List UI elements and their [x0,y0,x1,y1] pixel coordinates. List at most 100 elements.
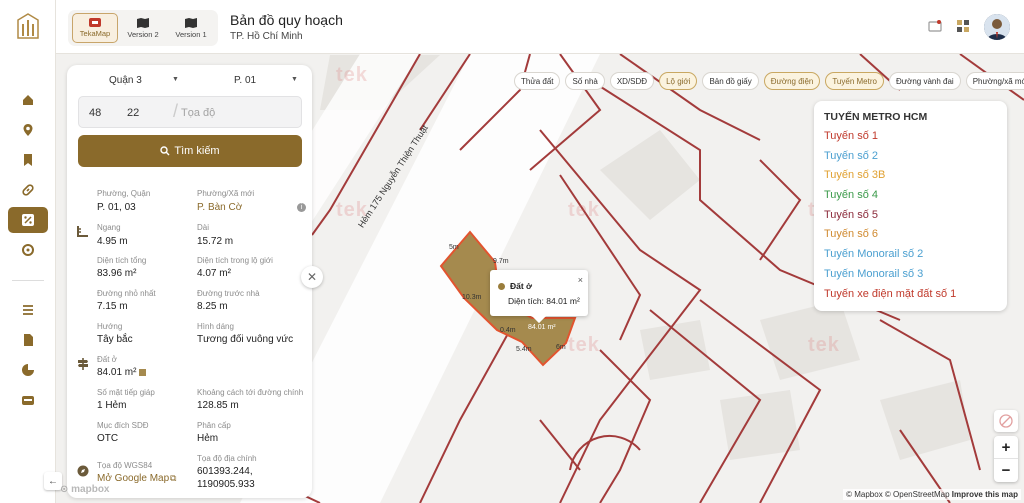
legend-item[interactable]: Tuyến xe điện mặt đất số 1 [824,285,997,305]
field-label: Dài [197,223,210,232]
coordinate-input[interactable]: Tọa độ [181,107,215,119]
notification-icon[interactable] [928,19,942,36]
chip-phuong-xa-moi[interactable]: Phường/xã mới [965,72,1024,90]
field-label: Hướng [97,322,123,331]
search-button[interactable]: Tìm kiếm [78,135,302,167]
legend-item[interactable]: Tuyến số 5 [824,206,997,226]
link-icon[interactable] [8,177,48,203]
coordinate-input-group: 48 22 / Tọa độ [78,96,302,128]
field-value: 15.72 m [197,236,234,247]
parcel-info-panel: Quận 3 ▼ P. 01 ▼ 48 22 / Tọa độ Tìm kiếm… [67,65,312,498]
watermark-text: tek [808,334,840,356]
osm-attribution-link[interactable]: © OpenStreetMap [885,490,950,499]
field-label: Diện tích tổng [97,256,147,265]
chip-so-nha[interactable]: Số nhà [565,72,605,90]
home-icon[interactable] [8,87,48,113]
coord-parcel-input[interactable]: 22 [127,107,139,119]
field-label: Đường nhỏ nhất [97,289,156,298]
layer-chips: Thửa đất Số nhà XD/SDĐ Lộ giới Bản đồ gi… [514,72,1024,90]
planning-percent-icon[interactable] [8,207,48,233]
legend-item[interactable]: Tuyến số 4 [824,186,997,206]
field-value: 1 Hẻm [97,400,127,411]
menu-icon[interactable] [8,297,48,323]
zoom-out-button[interactable]: − [994,459,1018,482]
bookmark-icon[interactable] [8,147,48,173]
chip-xd-sdd[interactable]: XD/SDĐ [609,72,655,90]
map-attribution: © Mapbox © OpenStreetMap Improve this ma… [843,489,1021,500]
version-1-button[interactable]: Version 1 [168,13,214,43]
legend-item[interactable]: Tuyến Monorail số 2 [824,245,997,265]
field-value: Hẻm [197,433,219,444]
apps-grid-icon[interactable] [956,19,970,36]
external-link-icon[interactable]: ⧉ [170,473,176,484]
version-tekamap-label: TekaMap [79,29,111,38]
input-divider: / [173,101,179,121]
field-value: P. 01, 03 [97,202,136,213]
legend-item[interactable]: Tuyến số 1 [824,127,997,147]
version-2-label: Version 2 [127,29,159,39]
field-value: P. Bàn Cờ [197,202,243,213]
ruler-icon [77,225,89,240]
page-subtitle: TP. Hồ Chí Minh [230,31,303,42]
field-label: Phường, Quận [97,189,151,198]
legend-item[interactable]: Tuyến số 2 [824,147,997,167]
watermark-text: tek [336,64,368,86]
field-label: Hình dáng [197,322,234,331]
field-value: 83.96 m² [97,268,137,279]
metro-legend: TUYẾN METRO HCM Tuyến số 1 Tuyến số 2 Tuyế… [814,101,1007,311]
district-select[interactable]: Quận 3 [109,75,142,86]
wallet-icon[interactable] [8,387,48,413]
compass-reset-icon[interactable] [994,410,1018,432]
land-color-swatch [139,369,146,376]
legend-item[interactable]: Tuyến số 3B [824,166,997,186]
chip-ban-do-giay[interactable]: Bản đồ giấy [702,72,759,90]
chip-lo-gioi[interactable]: Lộ giới [659,72,698,90]
watermark-text: tek [568,334,600,356]
field-label: Phường/Xã mới [197,189,255,198]
parcel-area-label: 84.01 m² [528,324,556,331]
chip-thua-dat[interactable]: Thửa đất [514,72,561,90]
field-value: Tương đối vuông vức [197,334,294,345]
close-panel-button[interactable]: ✕ [301,266,323,288]
ward-select[interactable]: P. 01 [234,75,256,86]
mapbox-logo-icon: ⊙ mapbox [60,484,110,495]
chip-duong-vanh-dai[interactable]: Đường vành đai [888,72,961,90]
version-2-button[interactable]: Version 2 [120,13,166,43]
legend-item[interactable]: Tuyến Monorail số 3 [824,265,997,285]
field-value: Tây bắc [97,334,133,345]
field-value: 8.25 m [197,301,228,312]
field-value: 128.85 m [197,400,239,411]
left-rail [0,0,56,503]
popup-title: Đất ở [510,281,533,291]
mapbox-attribution-link[interactable]: © Mapbox [846,490,883,499]
dimension-label: 10.3m [462,294,482,301]
version-switcher: TekaMap Version 2 Version 1 [68,10,218,46]
improve-map-link[interactable]: Improve this map [952,490,1018,499]
field-value: OTC [97,433,119,444]
popup-area: Diện tích: 84.01 m² [508,296,580,306]
google-map-link[interactable]: Mở Google Map [97,473,169,484]
chip-duong-dien[interactable]: Đường điện [763,72,821,90]
dimension-label: 6m [556,344,566,351]
chevron-down-icon[interactable]: ▼ [291,76,298,83]
field-label: Số mặt tiếp giáp [97,388,155,397]
app-logo-icon[interactable] [14,12,42,42]
version-1-label: Version 1 [175,29,207,39]
chip-tuyen-metro[interactable]: Tuyến Metro [825,72,884,90]
version-tekamap-button[interactable]: TekaMap [72,13,118,43]
field-value: 7.15 m [97,301,128,312]
info-icon[interactable]: i [297,203,306,212]
legend-item[interactable]: Tuyến số 6 [824,225,997,245]
zoom-in-button[interactable]: + [994,436,1018,459]
field-label: Mục đích SDĐ [97,421,149,430]
chevron-down-icon[interactable]: ▼ [172,76,179,83]
document-icon[interactable] [8,327,48,353]
pie-chart-icon[interactable] [8,357,48,383]
settings-icon[interactable] [8,237,48,263]
coord-sheet-input[interactable]: 48 [89,107,101,119]
location-pin-icon[interactable] [8,117,48,143]
popup-close-button[interactable]: × [578,275,583,285]
user-avatar[interactable] [984,14,1010,40]
field-label: Diện tích trong lộ giới [197,256,273,265]
field-label: Tọa độ WGS84 [97,461,153,470]
